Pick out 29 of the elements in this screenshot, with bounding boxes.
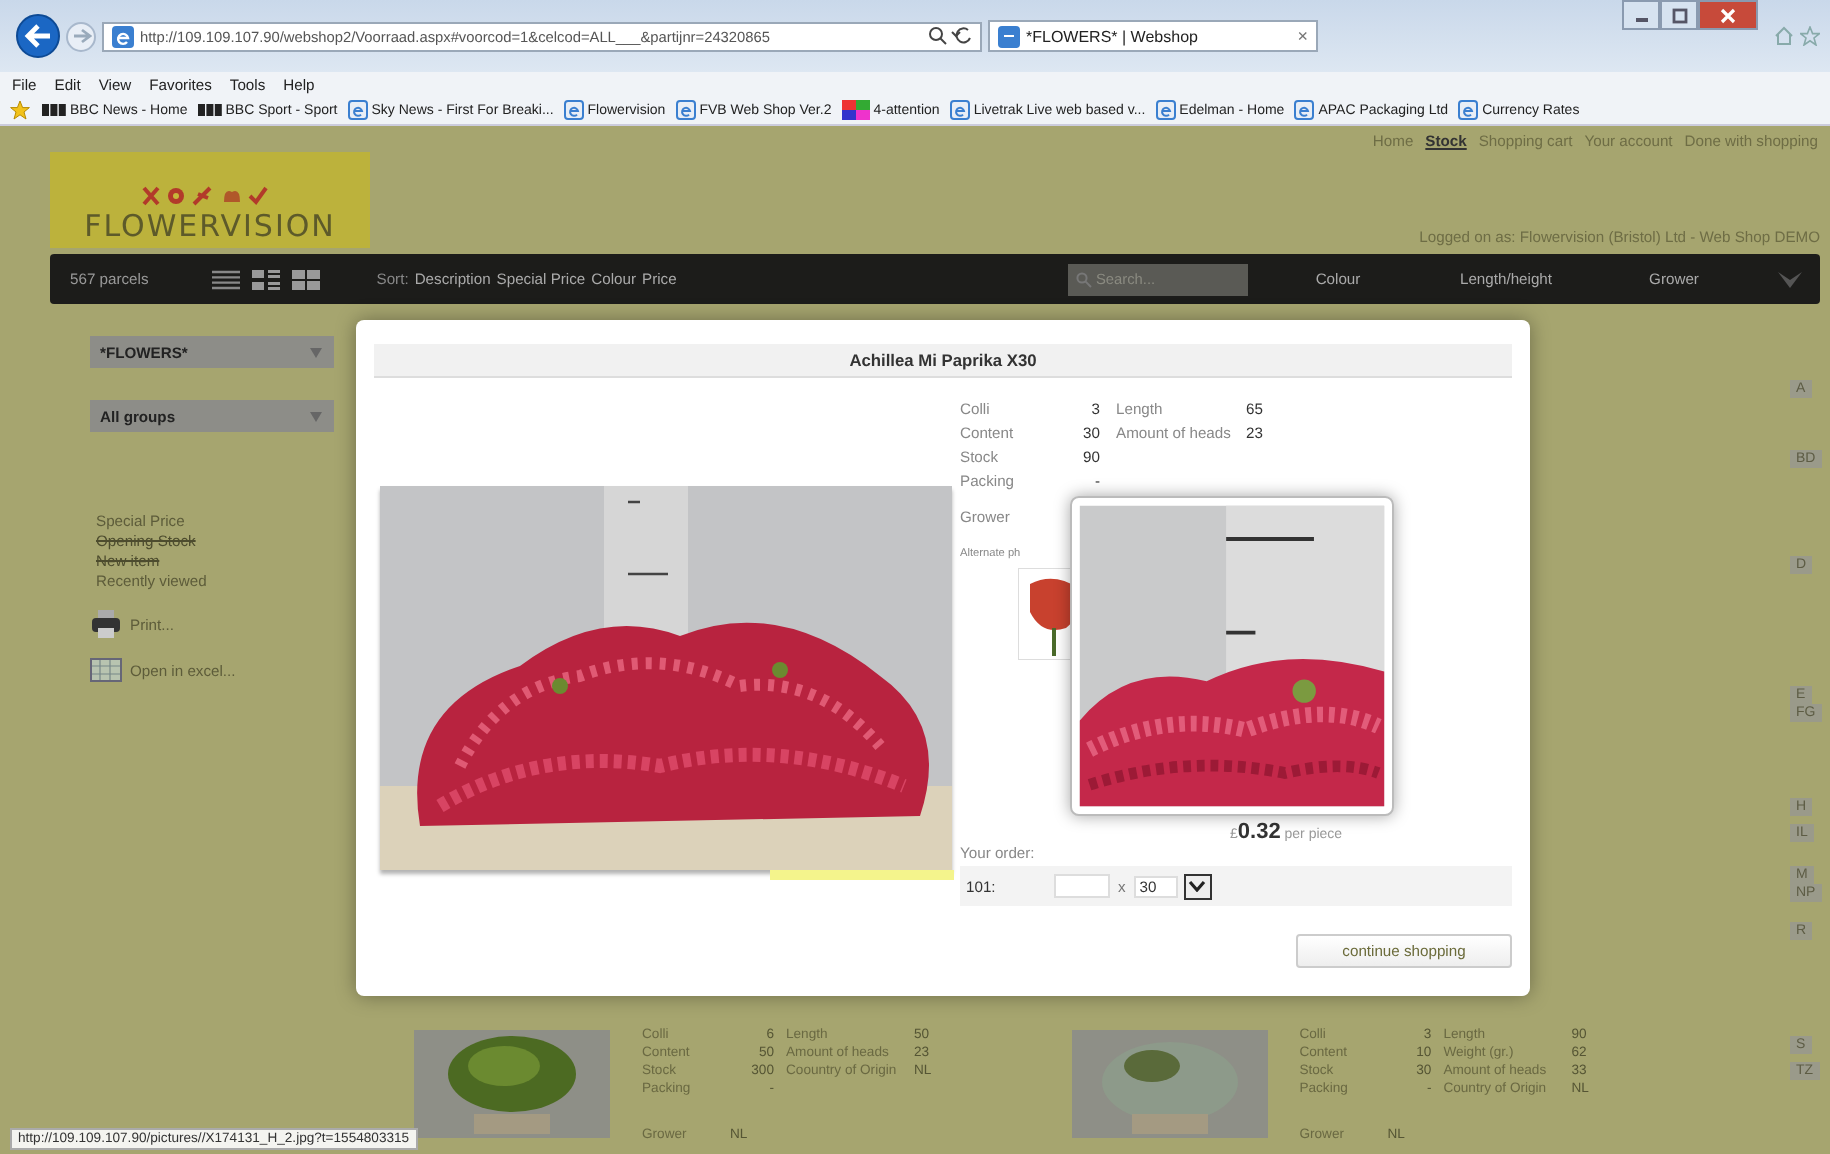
printer-icon[interactable] (90, 608, 122, 640)
page-icon (112, 25, 134, 47)
dropdown-arrow-icon (310, 411, 322, 421)
bbc-blocks-icon (197, 104, 222, 116)
browser-tab[interactable]: *FLOWERS* | Webshop × (988, 20, 1318, 52)
list-view-icon[interactable] (212, 269, 241, 289)
star-icon[interactable] (1800, 26, 1820, 46)
page-icon (998, 25, 1020, 47)
logo[interactable]: FLOWERVISION (50, 152, 370, 248)
spreadsheet-icon[interactable] (90, 658, 122, 682)
minimize-button[interactable] (1622, 0, 1660, 30)
close-tab-button[interactable]: × (1297, 26, 1308, 46)
large-grid-view-icon[interactable] (292, 269, 321, 289)
caret-icon (1188, 880, 1207, 892)
maximize-button[interactable] (1660, 0, 1698, 30)
small-grid-view-icon[interactable] (252, 269, 281, 289)
favorites-star-icon[interactable] (10, 100, 32, 120)
back-arrow-icon[interactable] (24, 24, 52, 48)
maximize-icon[interactable] (1671, 7, 1687, 23)
close-icon[interactable] (1720, 7, 1736, 23)
close-button[interactable] (1698, 0, 1758, 30)
colored-tiles-icon (841, 100, 870, 120)
dropdown-arrow-icon (310, 347, 322, 357)
bbc-blocks-icon (42, 104, 66, 116)
flower-photo[interactable] (380, 486, 952, 870)
back-button[interactable] (16, 14, 60, 58)
chevron-down-icon[interactable] (1776, 269, 1804, 289)
quantity-field[interactable] (1054, 874, 1110, 898)
dialog-title: Achillea Mi Paprika X30 (849, 350, 1037, 370)
